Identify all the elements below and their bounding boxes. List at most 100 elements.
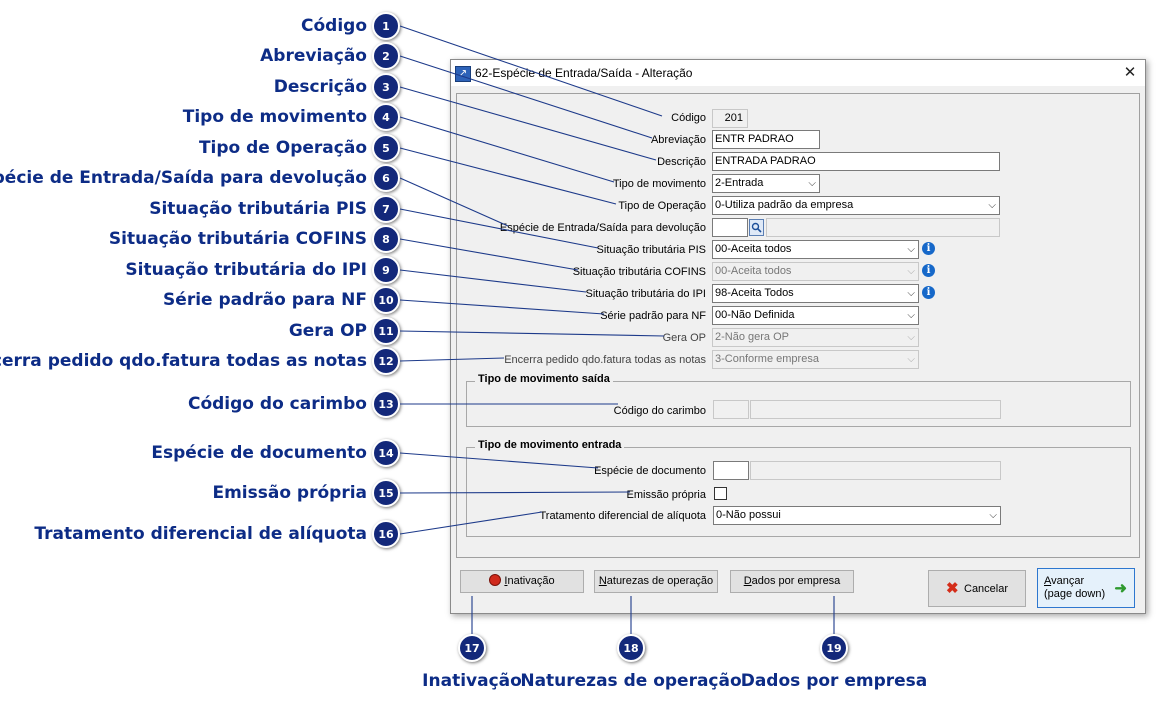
callout-badge-4: 4 [372,103,400,131]
codigo-carimbo-input [713,400,749,419]
callout-label-6: Espécie de Entrada/Saída para devolução [0,168,367,188]
callout-badge-13: 13 [372,390,400,418]
chevron-down-icon: ⌵ [907,332,915,343]
inativacao-button[interactable]: Inativação [460,570,584,593]
callout-badge-17: 17 [458,634,486,662]
sit-pis-label: Situação tributária PIS [596,244,706,256]
encerra-pedido-label: Encerra pedido qdo.fatura todas as notas [504,354,706,366]
serie-nf-select[interactable]: 00-Não Definida ⌵ [712,306,919,325]
naturezas-operacao-button[interactable]: Naturezas de operação [594,570,718,593]
callout-badge-12: 12 [372,347,400,375]
sit-cofins-value: 00-Aceita todos [715,265,792,277]
tipo-movimento-value: 2-Entrada [715,177,764,189]
chevron-down-icon: ⌵ [907,266,915,277]
avancar-sublabel: (page down) [1044,588,1106,600]
sit-pis-select[interactable]: 00-Aceita todos ⌵ [712,240,919,259]
window-app-icon: ↗ [455,66,471,82]
codigo-label: Código [671,112,706,124]
chevron-down-icon: ⌵ [907,310,915,321]
callout-badge-7: 7 [372,195,400,223]
inativacao-icon [489,574,502,586]
callout-badge-8: 8 [372,225,400,253]
callout-label-14: Espécie de documento [151,443,367,463]
callout-label-12: Encerra pedido qdo.fatura todas as notas [0,351,367,371]
callout-label-16: Tratamento diferencial de alíquota [34,524,367,544]
callout-label-11: Gera OP [288,321,367,341]
callout-badge-2: 2 [372,42,400,70]
group-saida-title: Tipo de movimento saída [475,373,613,385]
callout-label-1: Código [301,16,367,36]
descricao-input[interactable]: ENTRADA PADRAO [712,152,1000,171]
dialog-window: ↗ 62-Espécie de Entrada/Saída - Alteraçã… [450,59,1146,614]
gera-op-label: Gera OP [662,332,706,344]
info-icon[interactable]: i [922,242,935,255]
tipo-movimento-select[interactable]: 2-Entrada ⌵ [712,174,820,193]
callout-badge-15: 15 [372,479,400,507]
dados-empresa-button[interactable]: Dados por empresa [730,570,854,593]
dados-label: ados por empresa [751,575,841,587]
especie-devolucao-description [766,218,1000,237]
tipo-operacao-value: 0-Utiliza padrão da empresa [715,199,854,211]
callout-badge-10: 10 [372,286,400,314]
callout-label-3: Descrição [273,77,367,97]
form-panel: Código 201 Abreviação ENTR PADRAO Descri… [456,93,1140,558]
tratamento-aliquota-value: 0-Não possui [716,509,781,521]
callout-badge-3: 3 [372,73,400,101]
abreviacao-input[interactable]: ENTR PADRAO [712,130,820,149]
callout-badge-5: 5 [372,134,400,162]
especie-devolucao-input[interactable] [712,218,748,237]
info-icon[interactable]: i [922,286,935,299]
info-icon[interactable]: i [922,264,935,277]
serie-nf-value: 00-Não Definida [715,309,795,321]
inativacao-label: nativação [507,575,555,587]
callout-label-13: Código do carimbo [187,394,367,414]
tratamento-aliquota-select[interactable]: 0-Não possui ⌵ [713,506,1001,525]
tipo-operacao-label: Tipo de Operação [618,200,706,212]
chevron-down-icon: ⌵ [808,178,816,189]
close-icon[interactable]: ✕ [1115,60,1145,86]
callout-label-8: Situação tributária COFINS [108,229,367,249]
group-movimento-entrada: Tipo de movimento entrada Espécie de doc… [466,439,1131,537]
callout-label-18: Naturezas de operação [520,671,742,691]
naturezas-mnemonic: N [598,575,607,587]
emissao-propria-checkbox[interactable] [714,487,727,500]
group-movimento-saida: Tipo de movimento saída Código do carimb… [466,373,1131,427]
gera-op-select: 2-Não gera OP ⌵ [712,328,919,347]
dados-mnemonic: D [743,575,752,587]
especie-documento-label: Espécie de documento [594,465,706,477]
callout-badge-1: 1 [372,12,400,40]
avancar-label: Avançar (page down) [1044,575,1106,600]
emissao-propria-label: Emissão própria [626,489,706,501]
sit-cofins-label: Situação tributária COFINS [572,266,706,278]
callout-label-7: Situação tributária PIS [149,199,367,219]
tipo-operacao-select[interactable]: 0-Utiliza padrão da empresa ⌵ [712,196,1000,215]
codigo-carimbo-label: Código do carimbo [613,405,706,417]
encerra-pedido-value: 3-Conforme empresa [715,353,819,365]
codigo-carimbo-description [750,400,1001,419]
callout-badge-9: 9 [372,256,400,284]
callout-label-17: Inativação [422,671,522,691]
sit-ipi-value: 98-Aceita Todos [715,287,794,299]
sit-cofins-select: 00-Aceita todos ⌵ [712,262,919,281]
callout-badge-6: 6 [372,164,400,192]
codigo-field: 201 [712,109,748,128]
especie-documento-input[interactable] [713,461,749,480]
descricao-label: Descrição [657,156,706,168]
chevron-down-icon: ⌵ [907,288,915,299]
chevron-down-icon: ⌵ [988,200,996,211]
sit-ipi-select[interactable]: 98-Aceita Todos ⌵ [712,284,919,303]
abreviacao-label: Abreviação [650,134,706,146]
title-bar: ↗ 62-Espécie de Entrada/Saída - Alteraçã… [451,60,1145,86]
especie-devolucao-label: Espécie de Entrada/Saída para devolução [499,222,706,234]
especie-documento-description [750,461,1001,480]
callout-badge-11: 11 [372,317,400,345]
callout-badge-19: 19 [820,634,848,662]
callout-label-9: Situação tributária do IPI [125,260,367,280]
cancelar-label: Cancelar [964,583,1009,595]
avancar-button[interactable]: Avançar (page down) ➜ [1037,568,1135,608]
cancelar-button[interactable]: ✖ Cancelar [928,570,1026,607]
naturezas-label: aturezas de operação [606,575,714,587]
lookup-icon[interactable] [749,219,764,236]
tipo-movimento-label: Tipo de movimento [612,178,706,190]
chevron-down-icon: ⌵ [907,244,915,255]
